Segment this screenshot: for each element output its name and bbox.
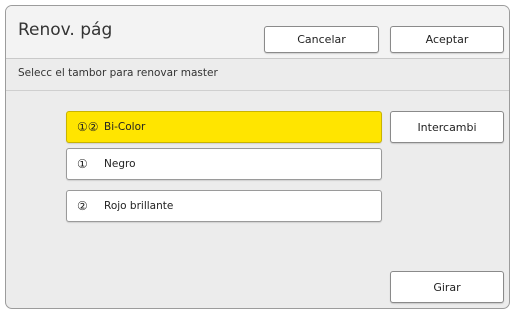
- drum-number-label: ②: [77, 199, 88, 213]
- dialog-window: Renov. pág Cancelar Aceptar Selecc el ta…: [5, 5, 510, 309]
- swap-button[interactable]: Intercambi: [390, 111, 504, 143]
- rotate-button[interactable]: Girar: [390, 271, 504, 303]
- drum-number-label: ①: [77, 157, 88, 171]
- divider: [6, 90, 509, 91]
- drum-option-bright-red[interactable]: ② Rojo brillante: [66, 190, 382, 222]
- accept-button[interactable]: Aceptar: [390, 26, 504, 53]
- drum-option-bicolor[interactable]: ①② Bi-Color: [66, 111, 382, 143]
- dialog-header: Renov. pág Cancelar Aceptar: [6, 6, 509, 59]
- dialog-title: Renov. pág: [18, 20, 113, 40]
- cancel-button[interactable]: Cancelar: [264, 26, 379, 53]
- drum-option-label: Bi-Color: [104, 121, 146, 133]
- drum-option-black[interactable]: ① Negro: [66, 148, 382, 180]
- drum-option-label: Negro: [104, 158, 136, 170]
- drum-number-label: ①②: [77, 120, 99, 134]
- drum-option-label: Rojo brillante: [104, 200, 174, 212]
- instruction-text: Selecc el tambor para renovar master: [18, 67, 218, 79]
